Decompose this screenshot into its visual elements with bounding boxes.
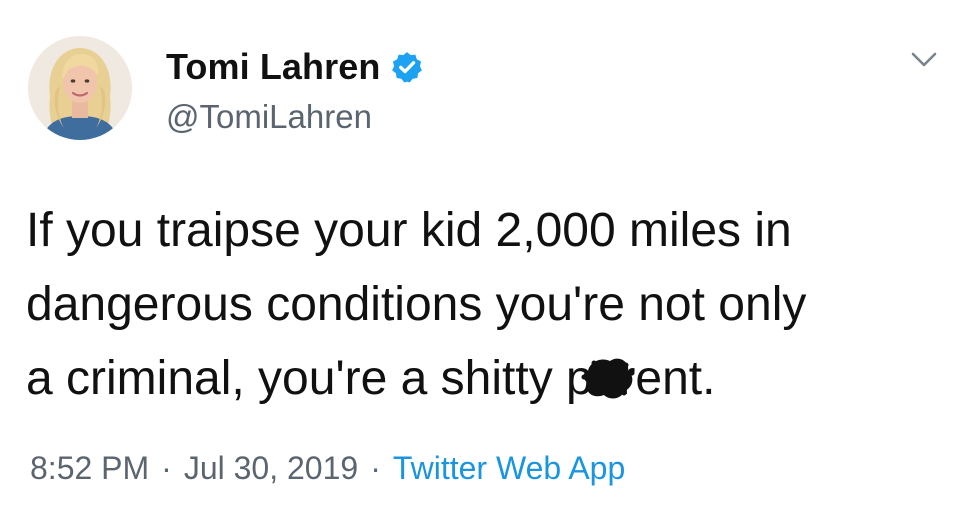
avatar[interactable] bbox=[28, 36, 132, 140]
meta-separator: · bbox=[161, 450, 172, 486]
tweet-text: If you traipse your kid 2,000 miles in d… bbox=[26, 204, 807, 405]
tweet-meta: 8:52 PM · Jul 30, 2019 · Twitter Web App bbox=[30, 450, 625, 487]
meta-separator: · bbox=[370, 450, 381, 486]
tweet-time[interactable]: 8:52 PM bbox=[30, 450, 149, 487]
tweet-source-link[interactable]: Twitter Web App bbox=[393, 450, 625, 487]
tweet-card: Tomi Lahren @TomiLahren If you traipse y… bbox=[0, 0, 980, 523]
author-name-row[interactable]: Tomi Lahren bbox=[166, 46, 424, 88]
tweet-date[interactable]: Jul 30, 2019 bbox=[184, 450, 358, 487]
censor-scribble bbox=[580, 353, 636, 403]
verified-badge-icon bbox=[390, 50, 424, 84]
author-handle[interactable]: @TomiLahren bbox=[166, 98, 372, 136]
display-name[interactable]: Tomi Lahren bbox=[166, 46, 380, 88]
chevron-down-icon[interactable] bbox=[910, 50, 938, 70]
avatar-image bbox=[28, 36, 132, 140]
